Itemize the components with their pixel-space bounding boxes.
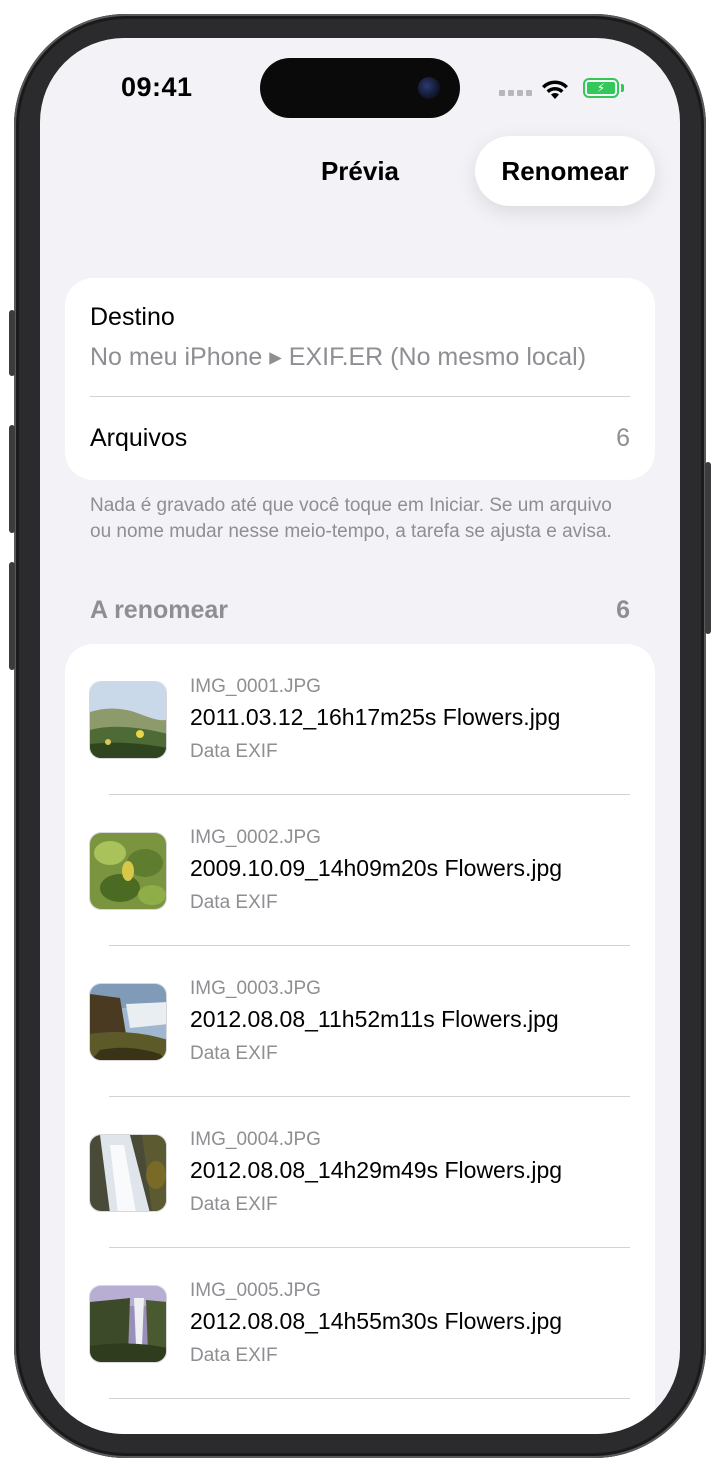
dynamic-island [260,58,460,118]
files-count: 6 [616,424,630,452]
destination-label: Destino [90,303,175,331]
original-filename: IMG_0004.JPG [190,1129,321,1150]
volume-down-button [9,562,15,670]
list-item[interactable]: IMG_0001.JPG 2011.03.12_16h17m25s Flower… [65,644,655,795]
original-filename: IMG_0001.JPG [190,676,321,697]
rename-source: Data EXIF [190,1345,278,1366]
list-item[interactable]: IMG_0003.JPG 2012.08.08_11h52m11s Flower… [65,946,655,1097]
files-label: Arquivos [90,424,188,452]
status-time: 09:41 [121,72,193,102]
section-title: A renomear [90,596,229,624]
destination-value[interactable]: No meu iPhone ▸ EXIF.ER (No mesmo local) [90,342,586,372]
list-item[interactable]: IMG_0002.JPG 2009.10.09_14h09m20s Flower… [65,795,655,946]
original-filename: IMG_0002.JPG [190,827,321,848]
divider [90,396,630,397]
new-filename: 2012.08.08_14h29m49s Flowers.jpg [190,1157,563,1183]
rename-source: Data EXIF [190,892,278,913]
camera-icon [418,77,440,99]
summary-card: Destino No meu iPhone ▸ EXIF.ER (No mesm… [65,278,655,480]
section-count: 6 [616,596,630,624]
photo-thumbnail [89,983,167,1061]
power-button [705,462,711,634]
new-filename: 2009.10.09_14h09m20s Flowers.jpg [190,855,563,881]
battery-icon: ⚡ [583,78,619,98]
volume-up-button [9,425,15,533]
rename-source: Data EXIF [190,1043,278,1064]
new-filename: 2012.08.08_11h52m11s Flowers.jpg [190,1006,559,1032]
footnote: Nada é gravado até que você toque em Ini… [90,495,612,542]
action-button [9,310,15,376]
battery-cap [621,84,624,92]
cellular-signal-icon [499,90,532,96]
new-filename: 2011.03.12_16h17m25s Flowers.jpg [190,704,561,730]
rename-button[interactable]: Renomear [475,136,655,206]
charging-bolt-icon: ⚡ [587,81,615,95]
original-filename: IMG_0003.JPG [190,978,321,999]
screen: 09:41 ⚡ Prévia Renomear Destino No meu i… [40,38,680,1434]
photo-thumbnail [89,1285,167,1363]
rename-source: Data EXIF [190,1194,278,1215]
list-item[interactable]: IMG_0005.JPG 2012.08.08_14h55m30s Flower… [65,1248,655,1399]
photo-thumbnail [89,832,167,910]
rename-source: Data EXIF [190,741,278,762]
row-separator [109,1398,630,1399]
original-filename: IMG_0005.JPG [190,1280,321,1301]
photo-thumbnail [89,1134,167,1212]
photo-thumbnail [89,681,167,759]
list-item[interactable]: IMG_0004.JPG 2012.08.08_14h29m49s Flower… [65,1097,655,1248]
file-list: IMG_0001.JPG 2011.03.12_16h17m25s Flower… [65,644,655,1434]
wifi-icon [542,80,568,99]
new-filename: 2012.08.08_14h55m30s Flowers.jpg [190,1308,563,1334]
